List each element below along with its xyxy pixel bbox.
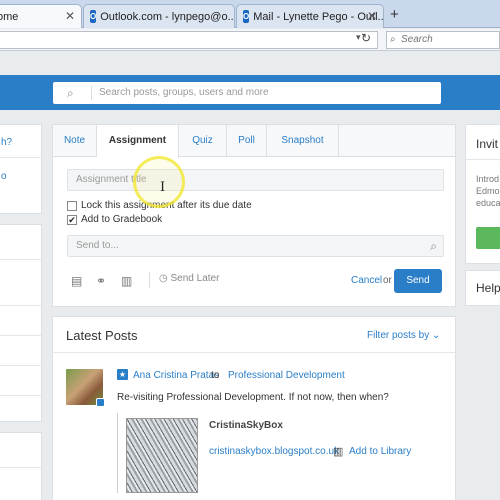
teacher-icon: ★: [117, 369, 128, 380]
left-sidebar-card: [0, 432, 43, 500]
or-text: or: [383, 275, 392, 286]
link-url[interactable]: cristinaskybox.blogspot.co.uk: [209, 446, 339, 457]
divider: [0, 305, 43, 306]
browser-tab-home[interactable]: ome ✕: [0, 4, 82, 28]
latest-posts-card: Latest Posts Filter posts by ⌄ ★ Ana Cri…: [52, 316, 456, 500]
site-search-input[interactable]: ⌕ Search posts, groups, users and more: [53, 82, 441, 104]
tab-label: Mail - Lynette Pego - Outl...: [253, 10, 384, 23]
address-bar: ▾ ↻ ⌕ Search: [0, 29, 500, 51]
left-sidebar-card: h? o: [0, 124, 43, 214]
send-button[interactable]: Send: [394, 269, 442, 293]
cursor-highlight: [133, 156, 185, 208]
add-to-library-button[interactable]: Add to Library: [349, 446, 411, 457]
divider: [0, 157, 43, 158]
left-sidebar-groups: [0, 224, 43, 422]
help-card: Help: [465, 270, 500, 306]
url-input[interactable]: [0, 31, 378, 49]
note-icon[interactable]: ▤: [71, 274, 82, 288]
divider: [0, 365, 43, 366]
library-icon[interactable]: ▥: [121, 274, 132, 288]
tab-assignment[interactable]: Assignment: [97, 125, 179, 158]
browser-tab-outlook[interactable]: O Outlook.com - lynpego@o...: [83, 4, 235, 28]
cancel-button[interactable]: Cancel: [351, 275, 382, 286]
library-icon: ▥: [333, 446, 344, 458]
link-title: CristinaSkyBox: [209, 420, 283, 431]
outlook-icon: O: [90, 10, 97, 23]
text-cursor-icon: I: [160, 180, 166, 195]
send-to-placeholder: Send to...: [76, 240, 119, 251]
invite-title: Invit: [476, 137, 499, 151]
send-later-button[interactable]: ◷ Send Later: [159, 273, 219, 284]
search-icon: ⌕: [67, 86, 74, 100]
dropdown-icon[interactable]: ▾: [356, 32, 361, 43]
invite-text: Edmo: [476, 186, 500, 196]
divider: [0, 467, 43, 468]
browser-search-placeholder: Search: [401, 34, 433, 45]
search-icon: ⌕: [390, 34, 396, 45]
divider: [0, 395, 43, 396]
post-author-link[interactable]: Ana Cristina Pratas: [133, 370, 219, 381]
latest-posts-title: Latest Posts: [66, 328, 138, 343]
link-icon[interactable]: ⚭: [96, 274, 106, 288]
sidebar-link[interactable]: h?: [1, 137, 12, 148]
chevron-down-icon: ⌄: [432, 330, 441, 341]
tab-label: Outlook.com - lynpego@o...: [100, 10, 235, 23]
new-tab-icon[interactable]: +: [390, 6, 399, 23]
gradebook-label: Add to Gradebook: [81, 214, 163, 225]
divider: [0, 335, 43, 336]
link-thumbnail[interactable]: [126, 418, 198, 493]
help-title: Help: [476, 281, 500, 295]
divider: [149, 272, 150, 288]
browser-tab-bar: ome ✕ O Outlook.com - lynpego@o... O Mai…: [0, 0, 500, 28]
tab-quiz[interactable]: Quiz: [179, 125, 227, 157]
tab-label: ome: [0, 10, 19, 23]
filter-label: Filter posts by: [367, 330, 430, 341]
outlook-icon: O: [243, 10, 250, 23]
send-later-label: Send Later: [170, 273, 220, 284]
post-text: Re-visiting Professional Development. If…: [117, 392, 389, 403]
send-to-input[interactable]: Send to... ⌕: [67, 235, 444, 257]
browser-search-input[interactable]: ⌕ Search: [386, 31, 500, 49]
site-search-placeholder: Search posts, groups, users and more: [99, 87, 269, 98]
search-icon: ⌕: [430, 239, 437, 253]
clock-icon: ◷: [159, 273, 168, 284]
invite-text: educa: [476, 198, 500, 208]
filter-posts-dropdown[interactable]: Filter posts by ⌄: [367, 330, 440, 341]
invite-card: Invit Introd Edmo educa: [465, 124, 500, 264]
invite-text: Introd: [476, 174, 500, 184]
close-icon[interactable]: ✕: [367, 9, 377, 23]
gradebook-checkbox[interactable]: ✔: [67, 215, 77, 225]
close-icon[interactable]: ✕: [65, 9, 75, 23]
lock-checkbox[interactable]: [67, 201, 77, 211]
divider: [117, 413, 118, 493]
post-composer: Note Assignment Quiz Poll Snapshot Assig…: [52, 124, 456, 307]
browser-tab-mail[interactable]: O Mail - Lynette Pego - Outl... ✕: [236, 4, 384, 28]
assignment-title-input[interactable]: Assignment title: [67, 169, 444, 191]
reload-icon[interactable]: ↻: [361, 31, 371, 45]
tab-poll[interactable]: Poll: [227, 125, 267, 157]
divider: [53, 352, 455, 353]
divider: [91, 86, 92, 100]
avatar[interactable]: [66, 369, 105, 407]
tab-note[interactable]: Note: [53, 125, 97, 157]
tab-snapshot[interactable]: Snapshot: [267, 125, 339, 157]
to-text: to: [211, 370, 220, 381]
sidebar-link[interactable]: o: [1, 171, 7, 182]
post-group-link[interactable]: Professional Development: [228, 370, 345, 381]
invite-button[interactable]: [476, 227, 500, 249]
composer-tabs: Note Assignment Quiz Poll Snapshot: [53, 125, 455, 158]
top-navigation: ⌕ Search posts, groups, users and more: [0, 75, 500, 110]
badge-icon: [96, 398, 105, 407]
divider: [0, 259, 43, 260]
divider: [466, 159, 500, 160]
